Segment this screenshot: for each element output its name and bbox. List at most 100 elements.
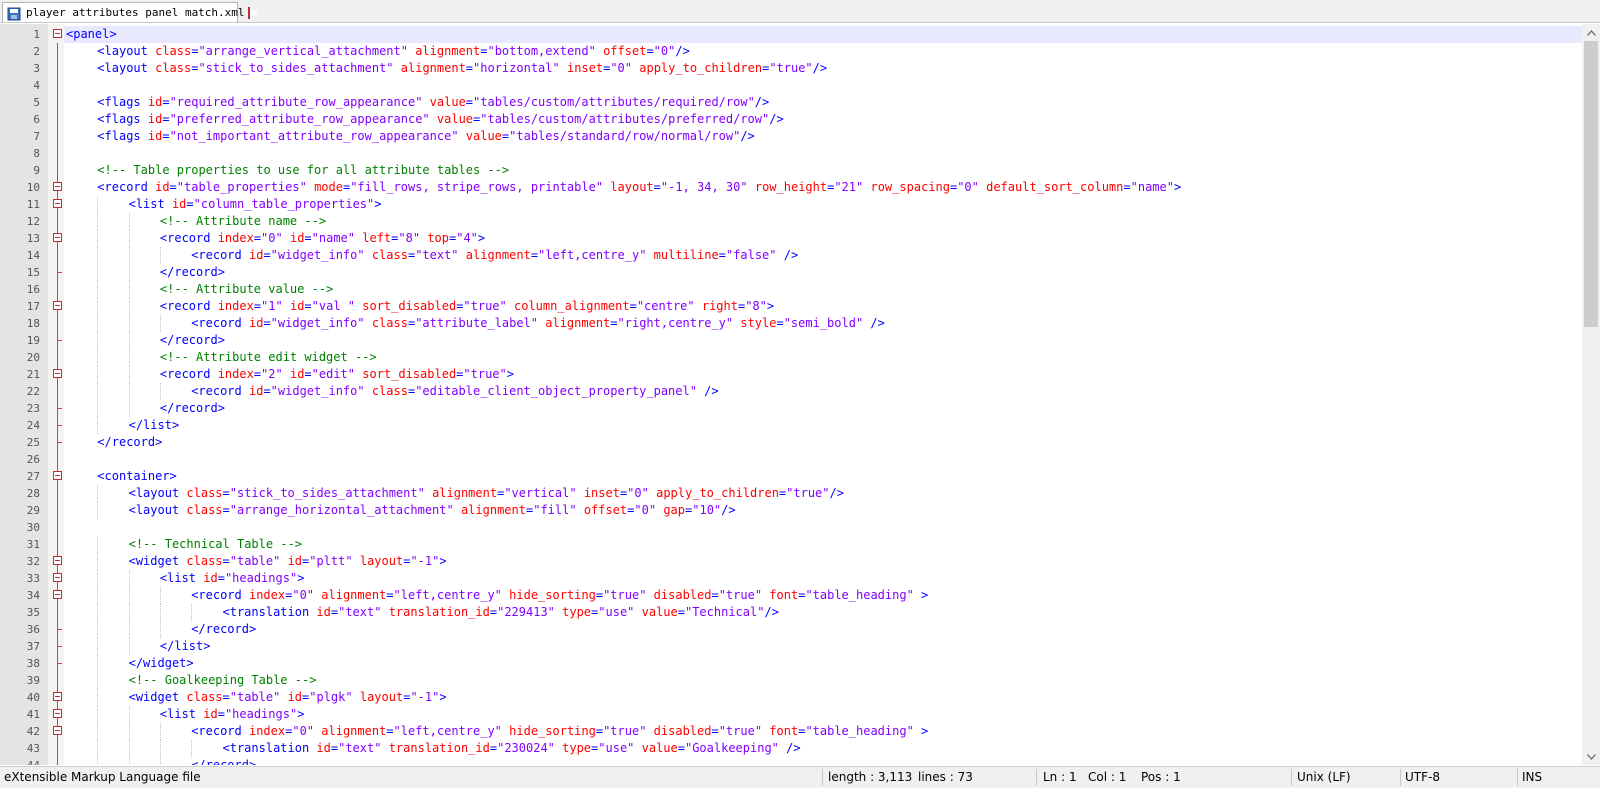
code-line[interactable]: 6 <flags id="preferred_attribute_row_appe…: [0, 111, 1582, 128]
xml-attribute-token: alignment: [415, 44, 481, 58]
code-line[interactable]: 30: [0, 519, 1582, 536]
code-line[interactable]: 41 <list id="headings">: [0, 706, 1582, 723]
scroll-up-icon[interactable]: [1582, 24, 1600, 41]
fold-toggle-icon[interactable]: [53, 590, 62, 599]
xml-tag-token: [646, 588, 653, 602]
xml-value-token: "bottom,extend": [487, 44, 596, 58]
code-editor[interactable]: 1 <panel> 2 <layout class="arrange_vertical…: [0, 24, 1582, 765]
code-line[interactable]: 19 </record>: [0, 332, 1582, 349]
vertical-scrollbar[interactable]: [1582, 24, 1600, 765]
xml-tag-token: =: [718, 248, 726, 262]
xml-tag-token: />: [764, 605, 779, 619]
code-line[interactable]: 38 </widget>: [0, 655, 1582, 672]
code-line[interactable]: 33 <list id="headings">: [0, 570, 1582, 587]
code-text: <!-- Attribute value -->: [160, 281, 333, 298]
code-line[interactable]: 43 <translation id="text" translation_id=…: [0, 740, 1582, 757]
code-line[interactable]: 26: [0, 451, 1582, 468]
fold-toggle-icon[interactable]: [53, 233, 62, 242]
fold-toggle-icon[interactable]: [53, 556, 62, 565]
line-number: 2: [33, 45, 40, 58]
code-line[interactable]: 1 <panel>: [0, 26, 1582, 43]
code-line[interactable]: 20 <!-- Attribute edit widget -->: [0, 349, 1582, 366]
xml-value-token: "widget_info": [270, 384, 365, 398]
xml-value-token: "attribute_label": [415, 316, 539, 330]
close-icon[interactable]: [247, 6, 258, 19]
code-line[interactable]: 21 <record index="2" id="edit" sort_disab…: [0, 366, 1582, 383]
code-line[interactable]: 23 </record>: [0, 400, 1582, 417]
indent-guide: [97, 349, 99, 366]
xml-value-token: "1": [261, 299, 283, 313]
line-number: 13: [26, 232, 40, 245]
code-line[interactable]: 44 </record>: [0, 757, 1582, 765]
code-line[interactable]: 12 <!-- Attribute name -->: [0, 213, 1582, 230]
code-text: </record>: [160, 264, 225, 281]
code-line[interactable]: 3 <layout class = "stick_to_sides_attachmen…: [0, 60, 1582, 77]
fold-toggle-icon[interactable]: [53, 182, 62, 191]
indent-guide: [128, 332, 130, 349]
scroll-down-icon[interactable]: [1582, 748, 1600, 765]
fold-toggle-icon[interactable]: [53, 369, 62, 378]
code-line[interactable]: 8: [0, 145, 1582, 162]
fold-toggle-icon[interactable]: [53, 709, 62, 718]
xml-tag-token: =: [677, 605, 685, 619]
code-line[interactable]: 2 <layout class = "arrange_vertical_attachm…: [0, 43, 1582, 60]
xml-tag-token: />: [812, 61, 828, 75]
code-line[interactable]: 32 <widget class="table" id="pltt" layout…: [0, 553, 1582, 570]
fold-toggle-icon[interactable]: [53, 726, 62, 735]
code-line[interactable]: 29 <layout class="arrange_horizontal_atta…: [0, 502, 1582, 519]
xml-comment-token: <!-- Table properties to use for all att…: [97, 163, 510, 177]
code-line[interactable]: 42 <record index="0" alignment="left,cent…: [0, 723, 1582, 740]
code-line[interactable]: 34 <record index="0" alignment="left,cent…: [0, 587, 1582, 604]
code-line[interactable]: 39 <!-- Goalkeeping Table -->: [0, 672, 1582, 689]
code-line[interactable]: 28 <layout class="stick_to_sides_attachme…: [0, 485, 1582, 502]
xml-tag-token: [695, 299, 702, 313]
code-line[interactable]: 31 <!-- Technical Table -->: [0, 536, 1582, 553]
code-line[interactable]: 11 <list id="column_table_properties">: [0, 196, 1582, 213]
code-line[interactable]: 37 </list>: [0, 638, 1582, 655]
fold-toggle-icon[interactable]: [53, 471, 62, 480]
xml-tag-token: <record: [159, 367, 218, 381]
xml-tag-token: </record>: [159, 333, 225, 347]
xml-attribute-token: id: [248, 384, 264, 398]
code-line[interactable]: 7 <flags id="not_important_attribute_row_…: [0, 128, 1582, 145]
fold-end-marker: [57, 425, 62, 426]
code-line[interactable]: 24 </list>: [0, 417, 1582, 434]
code-line[interactable]: 14 <record id="widget_info" class="text" …: [0, 247, 1582, 264]
code-line[interactable]: 36 </record>: [0, 621, 1582, 638]
fold-toggle-icon[interactable]: [53, 29, 62, 38]
xml-tag-token: [280, 554, 287, 568]
xml-tag-token: [307, 180, 314, 194]
status-eol: Unix (LF): [1297, 770, 1351, 784]
indent-guide: [128, 315, 130, 332]
code-line[interactable]: 10 <record id="table_properties" mode="fi…: [0, 179, 1582, 196]
fold-toggle-icon[interactable]: [53, 301, 62, 310]
code-line[interactable]: 17 <record index="1" id="val " sort_disab…: [0, 298, 1582, 315]
code-line[interactable]: 5 <flags id="required_attribute_row_appea…: [0, 94, 1582, 111]
scrollbar-thumb[interactable]: [1584, 41, 1598, 327]
code-line[interactable]: 18 <record id="widget_info" class="attrib…: [0, 315, 1582, 332]
fold-toggle-icon[interactable]: [53, 692, 62, 701]
line-number: 16: [26, 283, 40, 296]
code-line[interactable]: 4: [0, 77, 1582, 94]
code-line[interactable]: 9 <!-- Table properties to use for all at…: [0, 162, 1582, 179]
code-line[interactable]: 13 <record index="0" id="name" left="8" t…: [0, 230, 1582, 247]
fold-toggle-icon[interactable]: [53, 199, 62, 208]
xml-value-token: "name": [1130, 180, 1174, 194]
code-line[interactable]: 40 <widget class="table" id="plgk" layout…: [0, 689, 1582, 706]
code-line[interactable]: 16 <!-- Attribute value -->: [0, 281, 1582, 298]
xml-tag-token: <container>: [97, 469, 177, 483]
code-line[interactable]: 25 </record>: [0, 434, 1582, 451]
xml-tag-token: [425, 486, 432, 500]
tab-player-attributes-panel-match[interactable]: player attributes panel match.xml: [2, 2, 258, 22]
line-number: 40: [26, 691, 40, 704]
code-line[interactable]: 22 <record id="widget_info" class="editab…: [0, 383, 1582, 400]
xml-value-token: "widget_info": [270, 316, 365, 330]
fold-toggle-icon[interactable]: [53, 573, 62, 582]
code-text: <layout class="arrange_horizontal_attach…: [129, 502, 736, 519]
code-line[interactable]: 27 <container>: [0, 468, 1582, 485]
code-line[interactable]: 35 <translation id="text" translation_id=…: [0, 604, 1582, 621]
xml-comment-token: <!-- Technical Table -->: [128, 537, 302, 551]
indent-guide: [97, 281, 99, 298]
xml-tag-token: <record: [97, 180, 156, 194]
code-line[interactable]: 15 </record>: [0, 264, 1582, 281]
